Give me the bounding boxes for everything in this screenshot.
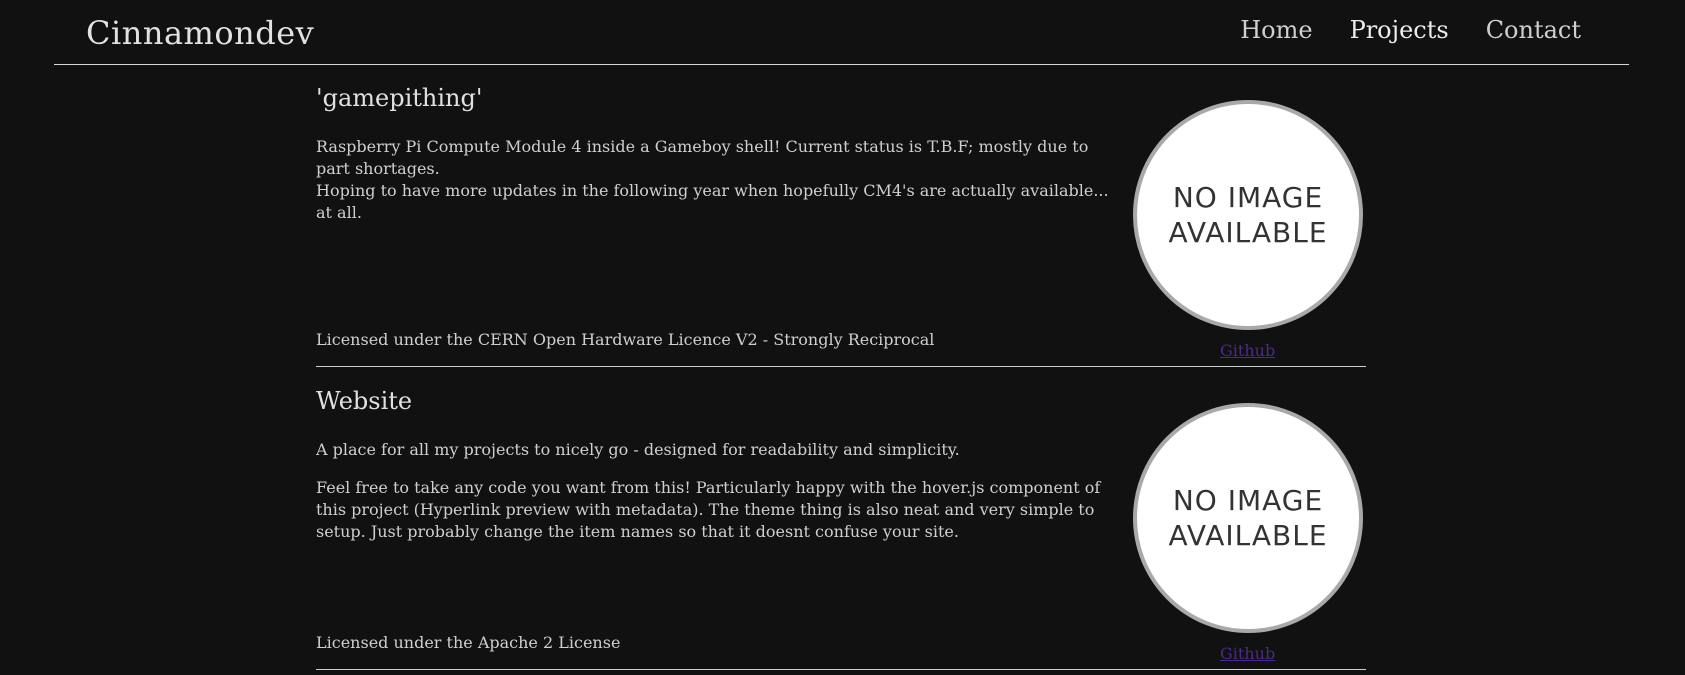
description-paragraph: Raspberry Pi Compute Module 4 inside a G… (316, 137, 1109, 222)
project-image-placeholder: NO IMAGE AVAILABLE (1133, 100, 1363, 330)
site-title-link[interactable]: Cinnamondev (86, 14, 314, 52)
license-text: Licensed under the Apache 2 License (316, 633, 621, 652)
no-image-label: NO IMAGE AVAILABLE (1168, 181, 1328, 249)
projects-list: 'gamepithing' Raspberry Pi Compute Modul… (316, 64, 1366, 670)
project-description: A place for all my projects to nicely go… (316, 439, 1126, 559)
project-description: Raspberry Pi Compute Module 4 inside a G… (316, 136, 1126, 240)
main-nav: Home Projects Contact (1240, 16, 1581, 44)
nav-contact[interactable]: Contact (1486, 16, 1581, 44)
github-link[interactable]: Github (1220, 341, 1275, 360)
description-paragraph: Feel free to take any code you want from… (316, 478, 1101, 541)
project-card: Website A place for all my projects to n… (316, 367, 1366, 670)
nav-projects[interactable]: Projects (1350, 16, 1449, 44)
license-text: Licensed under the CERN Open Hardware Li… (316, 330, 935, 349)
description-paragraph: A place for all my projects to nicely go… (316, 440, 960, 459)
project-title: 'gamepithing' (316, 84, 483, 112)
github-link[interactable]: Github (1220, 644, 1275, 663)
project-title: Website (316, 387, 413, 415)
project-card: 'gamepithing' Raspberry Pi Compute Modul… (316, 64, 1366, 367)
no-image-label: NO IMAGE AVAILABLE (1168, 484, 1328, 552)
site-header: Cinnamondev Home Projects Contact (54, 0, 1629, 65)
project-image-placeholder: NO IMAGE AVAILABLE (1133, 403, 1363, 633)
nav-home[interactable]: Home (1240, 16, 1312, 44)
